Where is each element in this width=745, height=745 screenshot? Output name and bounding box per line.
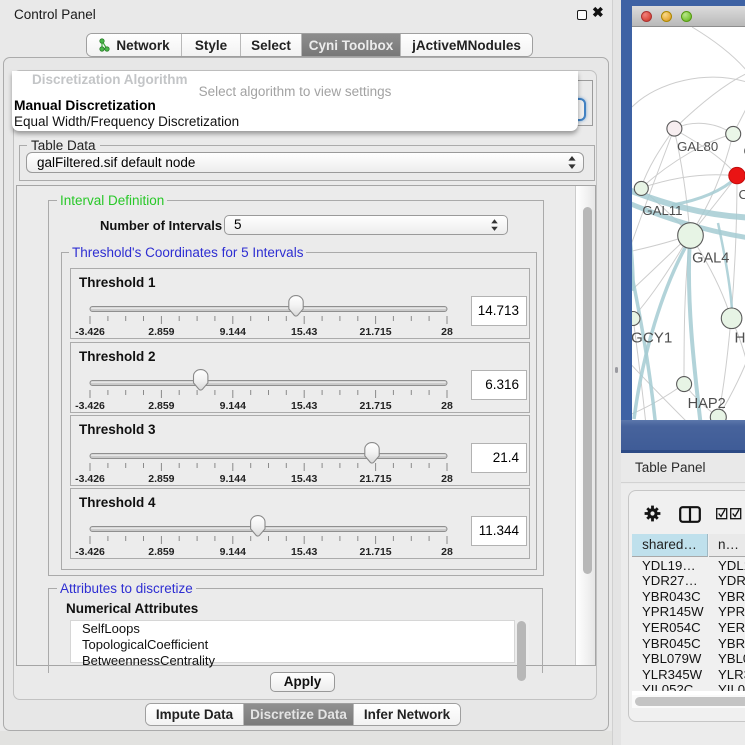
svg-text:GAL80: GAL80 bbox=[677, 139, 718, 154]
svg-text:21.715: 21.715 bbox=[360, 473, 392, 485]
svg-text:-3.426: -3.426 bbox=[75, 473, 105, 485]
svg-text:15.43: 15.43 bbox=[291, 546, 317, 558]
svg-text:2.859: 2.859 bbox=[148, 473, 174, 485]
svg-text:2.859: 2.859 bbox=[148, 546, 174, 558]
svg-text:21.715: 21.715 bbox=[360, 546, 392, 558]
svg-text:15.43: 15.43 bbox=[291, 400, 317, 412]
svg-text:28: 28 bbox=[441, 546, 453, 558]
svg-text:21.715: 21.715 bbox=[360, 326, 392, 338]
svg-text:9.144: 9.144 bbox=[220, 326, 246, 338]
svg-text:15.43: 15.43 bbox=[291, 473, 317, 485]
svg-text:H: H bbox=[735, 330, 745, 347]
svg-text:HAP2: HAP2 bbox=[688, 396, 726, 412]
svg-text:28: 28 bbox=[441, 326, 453, 338]
svg-text:GCY1: GCY1 bbox=[632, 330, 672, 347]
svg-text:GAL4: GAL4 bbox=[692, 251, 729, 267]
svg-text:9.144: 9.144 bbox=[220, 473, 246, 485]
svg-text:GAL11: GAL11 bbox=[642, 203, 682, 218]
svg-text:15.43: 15.43 bbox=[291, 326, 317, 338]
svg-text:28: 28 bbox=[441, 473, 453, 485]
svg-text:9.144: 9.144 bbox=[220, 400, 246, 412]
svg-text:9.144: 9.144 bbox=[220, 546, 246, 558]
svg-text:C: C bbox=[739, 187, 745, 202]
svg-text:21.715: 21.715 bbox=[360, 400, 392, 412]
svg-text:-3.426: -3.426 bbox=[75, 400, 105, 412]
svg-text:2.859: 2.859 bbox=[148, 400, 174, 412]
svg-text:-3.426: -3.426 bbox=[75, 326, 105, 338]
svg-text:28: 28 bbox=[441, 400, 453, 412]
svg-text:-3.426: -3.426 bbox=[75, 546, 105, 558]
svg-text:2.859: 2.859 bbox=[148, 326, 174, 338]
